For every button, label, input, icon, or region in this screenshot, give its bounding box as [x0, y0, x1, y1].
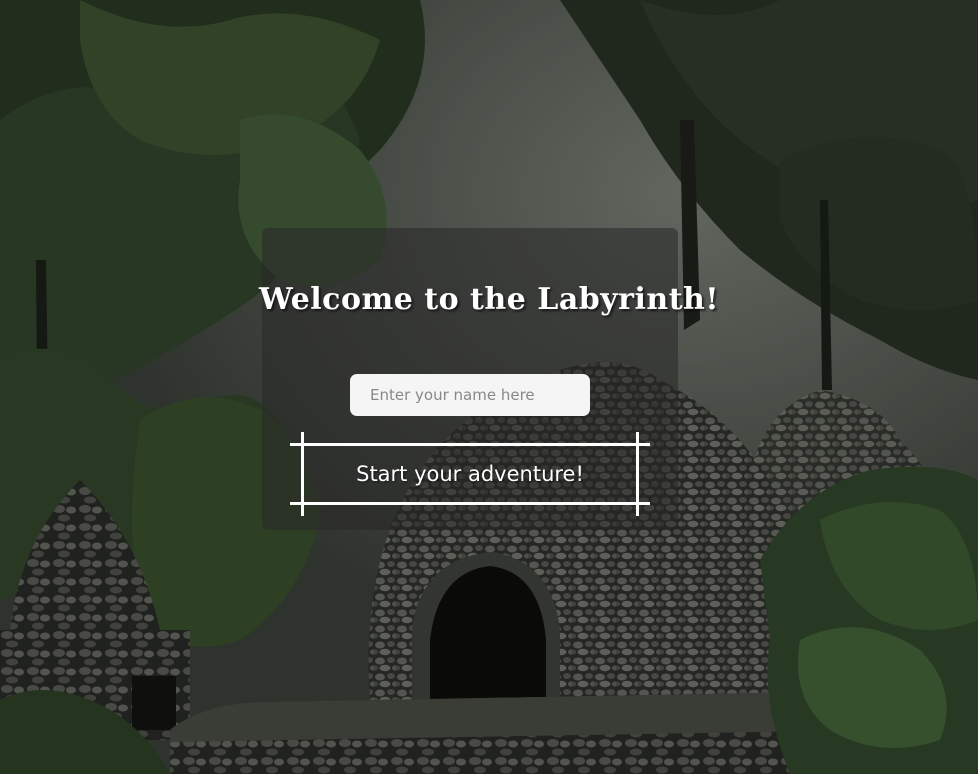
button-frame-top [290, 443, 650, 446]
start-adventure-label: Start your adventure! [356, 462, 584, 486]
start-adventure-button[interactable]: Start your adventure! [290, 432, 650, 516]
name-input[interactable] [350, 374, 590, 416]
page-title: Welcome to the Labyrinth! [258, 282, 720, 317]
button-frame-bottom [290, 502, 650, 505]
